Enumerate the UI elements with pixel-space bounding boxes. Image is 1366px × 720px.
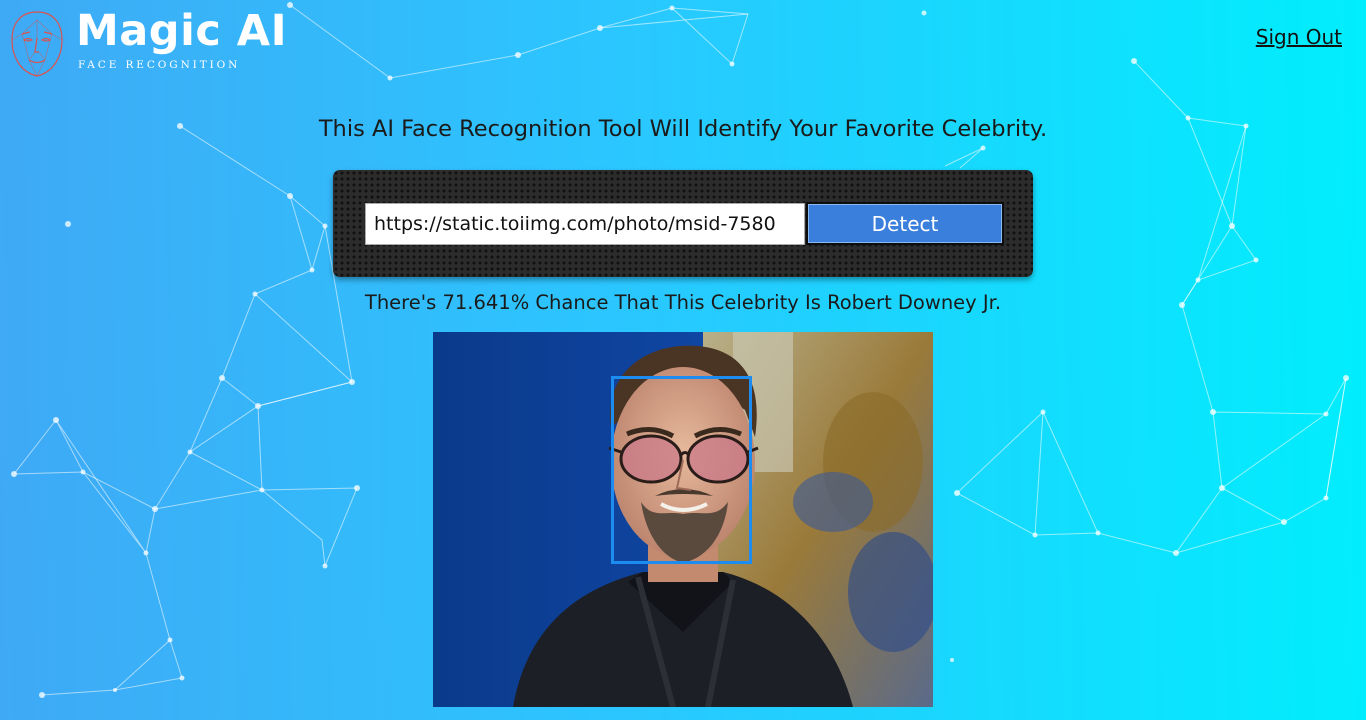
detection-result-text: There's 71.641% Chance That This Celebri… — [364, 291, 1002, 314]
app-title: Magic AI — [76, 6, 288, 56]
app-logo: Magic AI FACE RECOGNITION — [8, 6, 287, 78]
image-url-form: Detect — [333, 170, 1033, 277]
sign-out-link[interactable]: Sign Out — [1256, 25, 1342, 49]
face-bounding-box — [611, 376, 752, 564]
face-mesh-icon — [11, 11, 63, 77]
detect-button[interactable]: Detect — [806, 202, 1004, 245]
image-url-input[interactable] — [365, 203, 805, 245]
page-headline: This AI Face Recognition Tool Will Ident… — [318, 116, 1048, 142]
app-subtitle: FACE RECOGNITION — [78, 59, 241, 71]
